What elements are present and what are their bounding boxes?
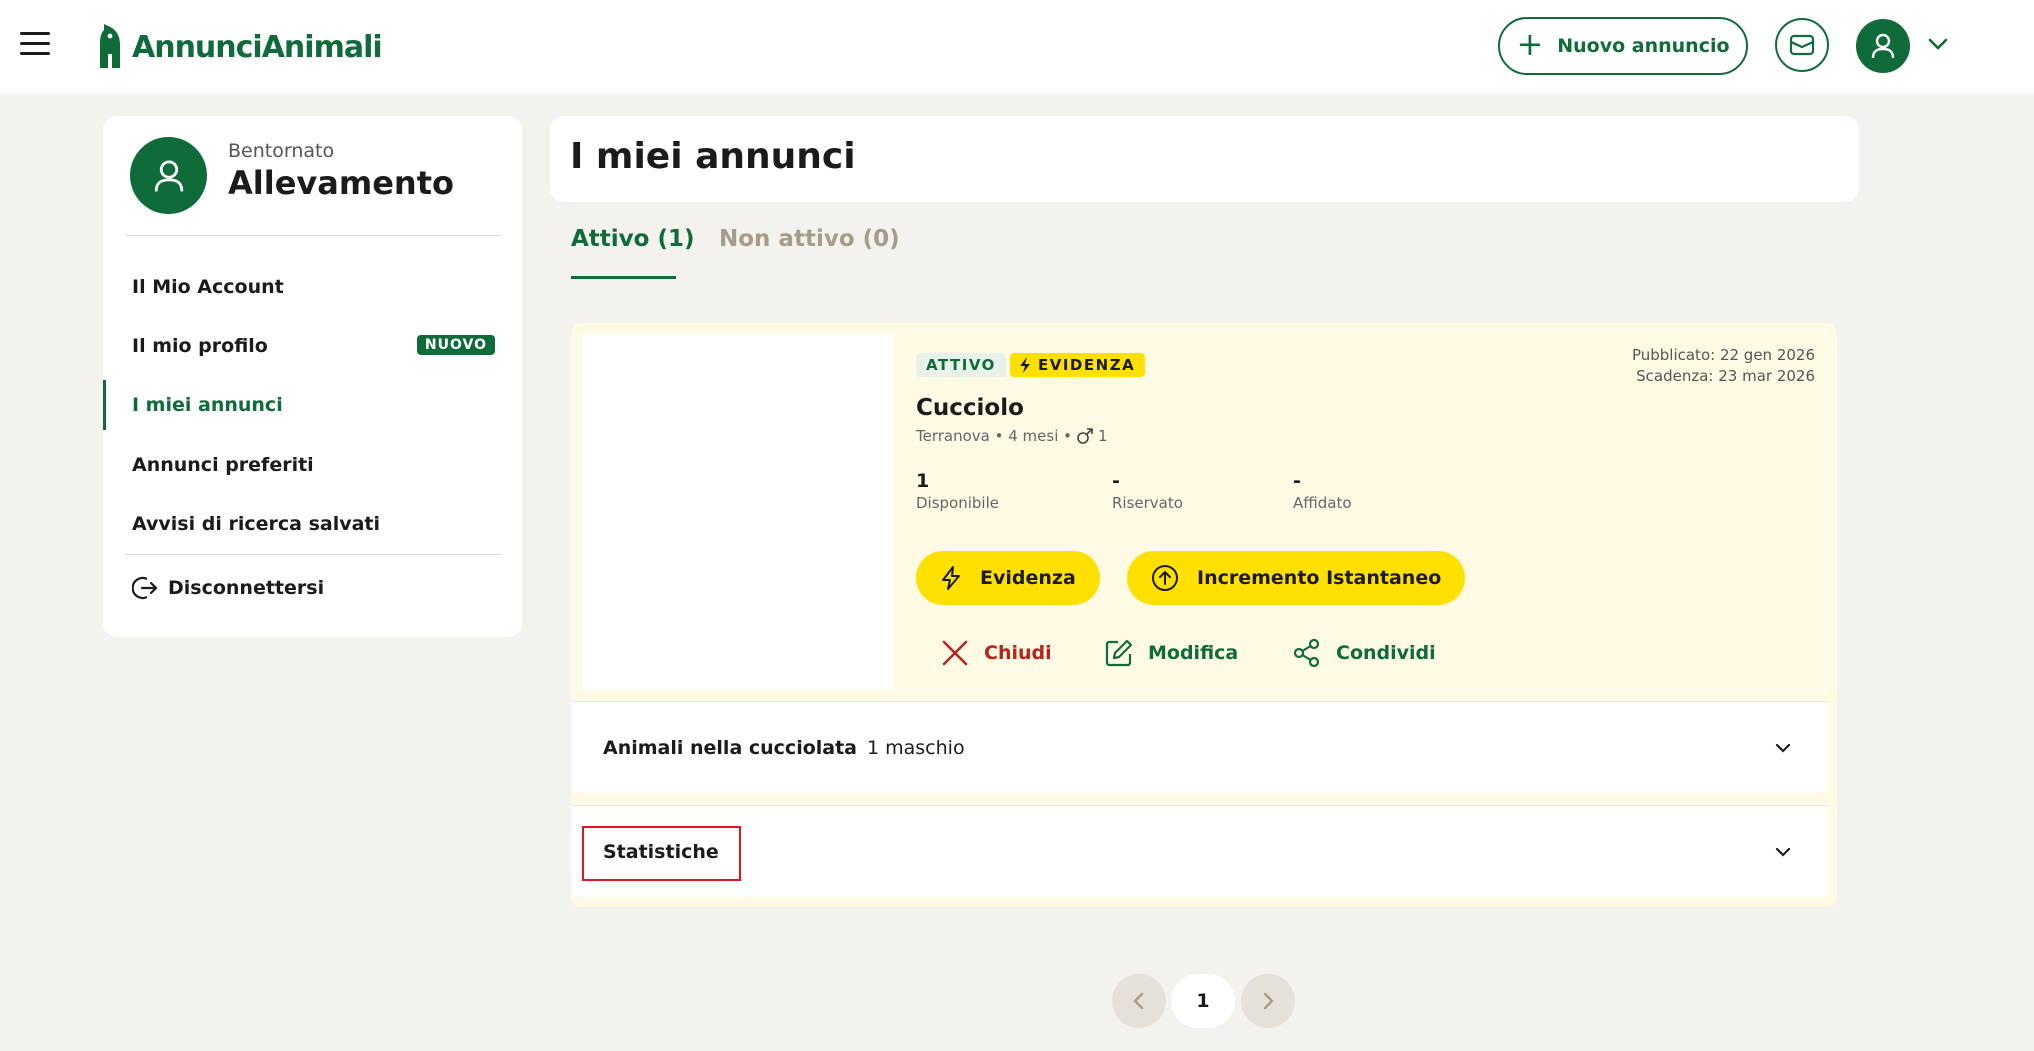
edit-ad-button[interactable]: Modifica — [1104, 638, 1238, 668]
divider — [125, 554, 501, 555]
share-ad-label: Condividi — [1336, 642, 1436, 664]
plus-icon: + — [1516, 25, 1544, 63]
status-badge: ATTIVO — [916, 353, 1006, 377]
tab-active[interactable]: Attivo (1) — [571, 226, 695, 252]
sidebar-item-label: Annunci preferiti — [132, 454, 314, 476]
next-page-button[interactable] — [1241, 974, 1295, 1028]
lightning-icon — [1020, 357, 1030, 373]
stat-value: - — [1293, 470, 1301, 492]
listing-breed-age: Terranova • 4 mesi • — [916, 427, 1072, 445]
male-count: 1 — [1098, 427, 1108, 445]
stat-label: Riservato — [1112, 494, 1183, 512]
listing-title[interactable]: Cucciolo — [916, 395, 1024, 421]
evidenza-button[interactable]: Evidenza — [916, 551, 1100, 605]
listing-image[interactable] — [582, 334, 894, 690]
previous-page-button[interactable] — [1112, 974, 1166, 1028]
publication-dates: Pubblicato: 22 gen 2026 Scadenza: 23 mar… — [1632, 345, 1815, 387]
listing-subtitle: Terranova • 4 mesi • 1 — [916, 427, 1108, 445]
sidebar-item-label: I miei annunci — [132, 394, 283, 416]
user-menu-button[interactable] — [1856, 19, 1910, 73]
divider — [125, 235, 501, 236]
stat-label: Affidato — [1293, 494, 1352, 512]
sidebar-item-label: Il Mio Account — [132, 276, 284, 298]
edit-ad-label: Modifica — [1148, 642, 1239, 664]
litter-label: Animali nella cucciolata — [603, 736, 857, 759]
messages-button[interactable] — [1775, 18, 1829, 72]
logo[interactable]: AnnunciAnimali — [94, 22, 383, 72]
chevron-left-icon — [1133, 992, 1144, 1010]
edit-icon — [1105, 639, 1133, 667]
top-bar: AnnunciAnimali + Nuovo annuncio — [0, 0, 2034, 94]
sidebar-item-label: Il mio profilo — [132, 335, 268, 357]
listing-card: ATTIVO EVIDENZA Pubblicato: 22 gen 2026 … — [571, 323, 1837, 907]
stat-available: 1 Disponibile — [916, 470, 999, 512]
username: Allevamento — [228, 164, 454, 202]
new-badge: NUOVO — [416, 335, 495, 355]
sidebar-item-profile[interactable]: Il mio profilo NUOVO — [103, 321, 522, 371]
avatar — [130, 137, 207, 214]
chevron-down-icon — [1775, 743, 1791, 753]
stat-value: 1 — [916, 470, 930, 492]
close-ad-button[interactable]: Chiudi — [940, 638, 1052, 668]
chevron-down-icon[interactable] — [1924, 30, 1952, 58]
chevron-right-icon — [1263, 992, 1274, 1010]
account-sidebar: Bentornato Allevamento Il Mio Account Il… — [103, 116, 522, 637]
share-ad-button[interactable]: Condividi — [1292, 638, 1436, 668]
sidebar-item-saved-searches[interactable]: Avvisi di ricerca salvati — [103, 499, 522, 549]
tab-inactive[interactable]: Non attivo (0) — [719, 226, 900, 252]
welcome-text: Bentornato — [228, 140, 335, 162]
chevron-down-icon — [1775, 847, 1791, 857]
logout-icon — [132, 576, 158, 600]
user-icon — [1871, 33, 1895, 59]
expiry-date: Scadenza: 23 mar 2026 — [1636, 367, 1815, 385]
instant-boost-label: Incremento Istantaneo — [1197, 567, 1442, 589]
arrow-up-circle-icon — [1152, 565, 1178, 591]
mail-icon — [1789, 34, 1815, 56]
stat-reserved: - Riservato — [1112, 470, 1183, 512]
logo-text: AnnunciAnimali — [132, 29, 383, 65]
statistics-accordion[interactable]: Statistiche — [571, 805, 1827, 897]
stat-adopted: - Affidato — [1293, 470, 1352, 512]
new-ad-label: Nuovo annuncio — [1557, 35, 1730, 57]
promo-badge-label: EVIDENZA — [1038, 356, 1136, 374]
statistics-highlight-box — [582, 826, 741, 881]
share-icon — [1293, 638, 1320, 668]
new-ad-button[interactable]: + Nuovo annuncio — [1498, 17, 1748, 75]
page-number-button[interactable]: 1 — [1171, 974, 1235, 1028]
sidebar-item-account[interactable]: Il Mio Account — [103, 262, 522, 312]
sidebar-item-favorites[interactable]: Annunci preferiti — [103, 440, 522, 490]
stat-value: - — [1112, 470, 1120, 492]
lightning-icon — [942, 566, 960, 590]
sidebar-item-my-ads[interactable]: I miei annunci — [103, 380, 522, 430]
menu-icon[interactable] — [20, 32, 50, 56]
close-icon — [942, 640, 968, 666]
litter-accordion[interactable]: Animali nella cucciolata 1 maschio — [571, 701, 1827, 793]
logout-button[interactable]: Disconnettersi — [132, 575, 324, 601]
page-title-box: I miei annunci — [550, 116, 1859, 202]
tab-underline — [571, 276, 676, 279]
evidenza-label: Evidenza — [980, 567, 1076, 589]
sidebar-item-label: Avvisi di ricerca salvati — [132, 513, 381, 535]
page-title: I miei annunci — [570, 136, 856, 177]
instant-boost-button[interactable]: Incremento Istantaneo — [1127, 551, 1466, 605]
stat-label: Disponibile — [916, 494, 999, 512]
close-ad-label: Chiudi — [984, 642, 1052, 664]
published-date: Pubblicato: 22 gen 2026 — [1631, 346, 1815, 364]
logo-animal-icon — [100, 24, 120, 68]
litter-value: 1 maschio — [867, 736, 965, 759]
user-icon — [154, 159, 183, 192]
promo-badge: EVIDENZA — [1010, 353, 1146, 377]
male-icon — [1077, 428, 1093, 444]
logout-label: Disconnettersi — [168, 577, 325, 599]
